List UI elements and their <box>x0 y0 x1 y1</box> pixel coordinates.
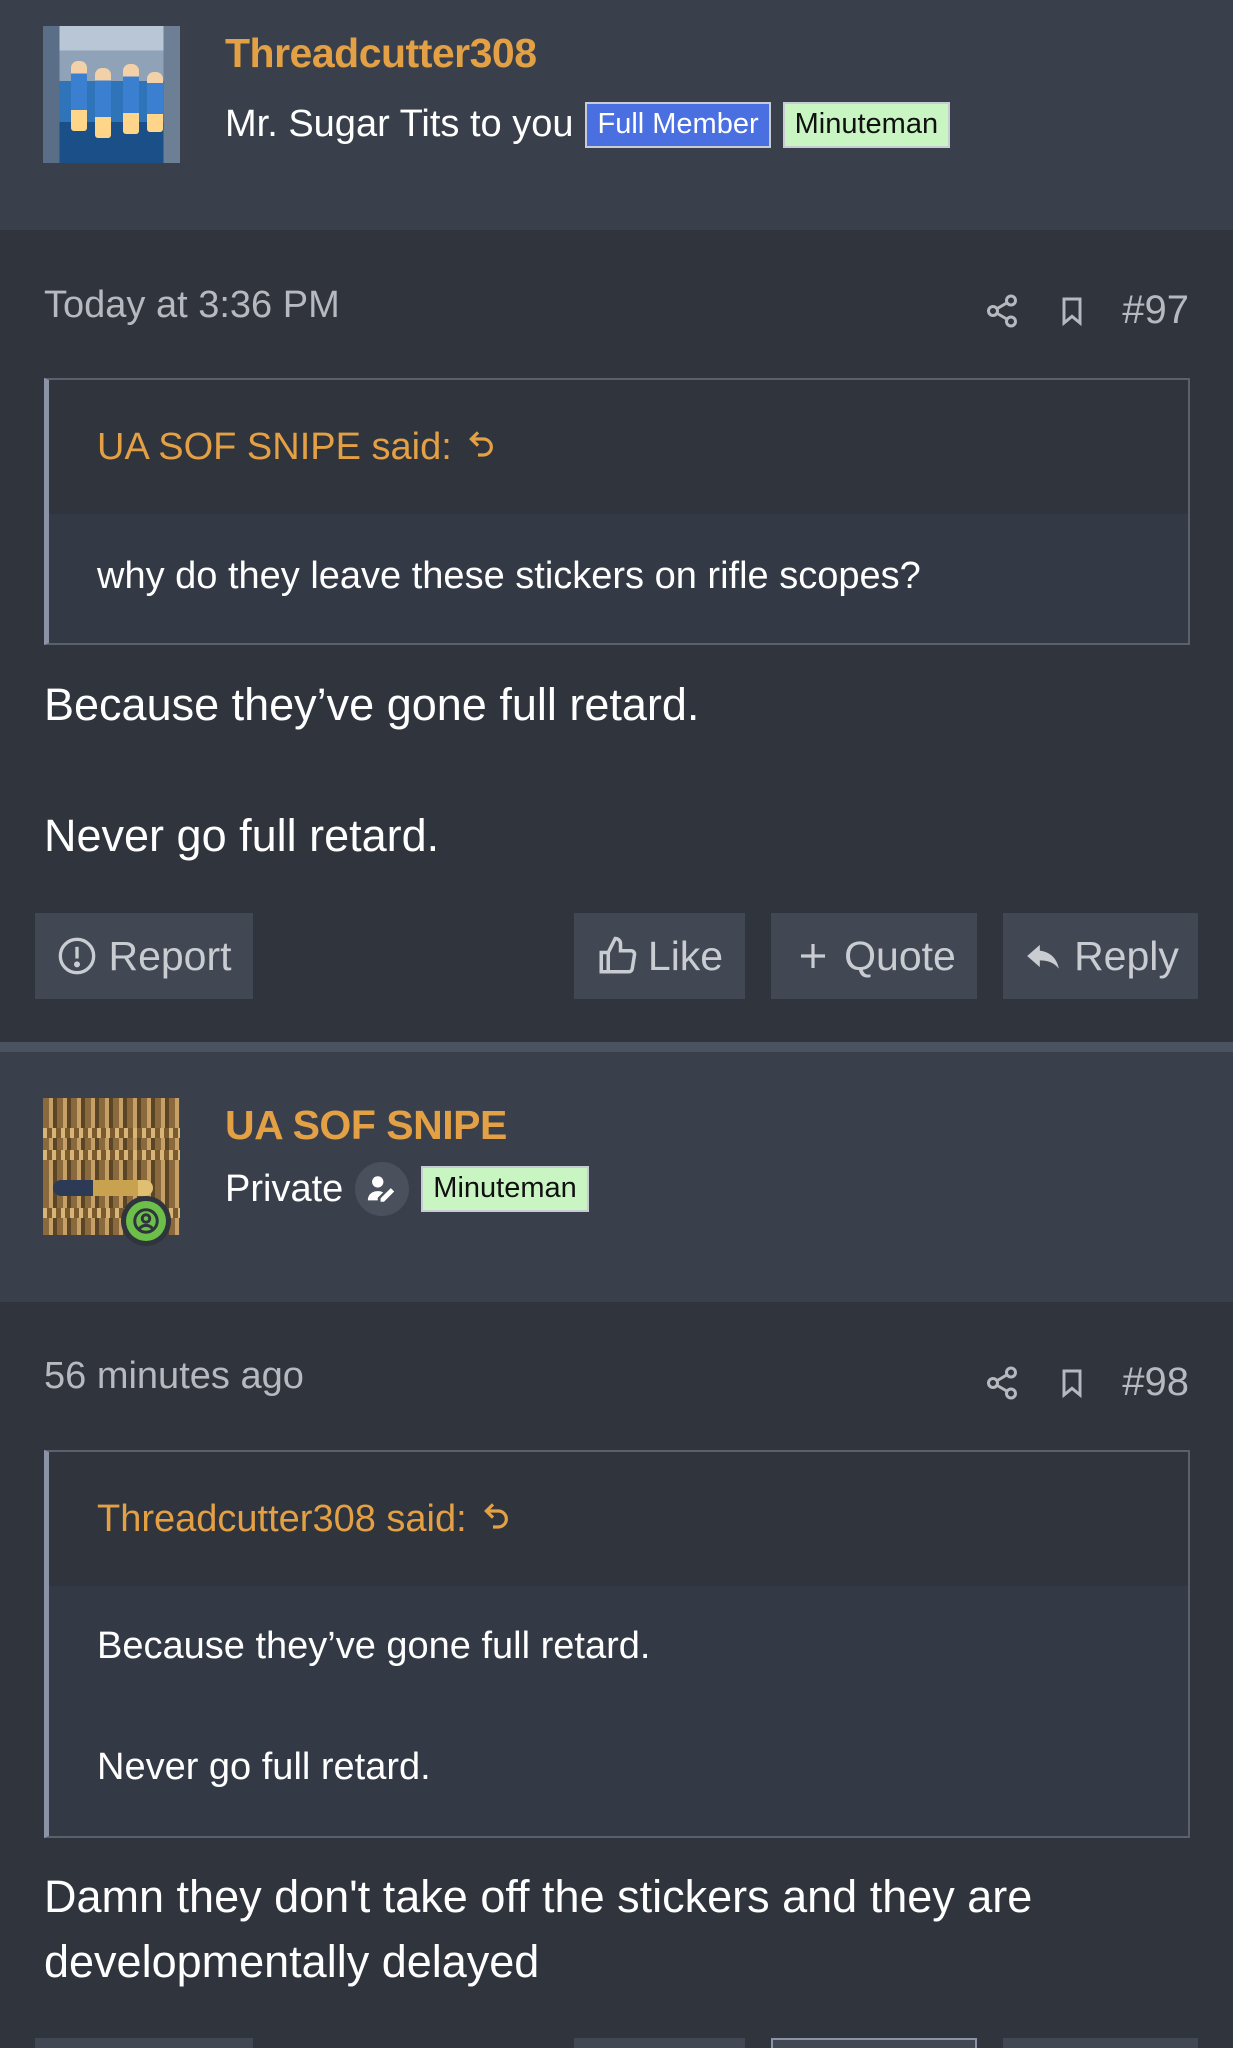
plus-icon <box>792 935 834 977</box>
reply-button[interactable]: Reply <box>1003 913 1198 999</box>
post-tools: #98 <box>982 1360 1189 1405</box>
reply-label: Reply <box>1074 932 1179 979</box>
like-label: Like <box>647 932 724 979</box>
post-number[interactable]: #98 <box>1122 1360 1189 1405</box>
quote-block: Threadcutter308 said: Because they’ve go… <box>44 1450 1190 1838</box>
bookmark-icon[interactable] <box>1052 291 1092 331</box>
quote-button[interactable] <box>771 2038 977 2048</box>
share-icon[interactable] <box>982 1363 1022 1403</box>
post-message: Because they’ve gone full retard. Never … <box>44 672 1194 869</box>
post-actions-partial <box>0 2038 1233 2048</box>
share-icon[interactable] <box>982 291 1022 331</box>
post-message: Damn they don't take off the stickers an… <box>44 1864 1194 1995</box>
jump-to-quote-icon[interactable] <box>466 426 498 469</box>
quote-line: why do they leave these stickers on rifl… <box>97 555 921 597</box>
badge-full-member: Full Member <box>585 102 771 148</box>
user-title-line: Mr. Sugar Tits to you Full Member Minute… <box>225 102 951 148</box>
post-98-user-header: UA SOF SNIPE Private Minuteman <box>0 1052 1233 1302</box>
bookmark-icon[interactable] <box>1052 1363 1092 1403</box>
online-status-icon <box>121 1196 171 1246</box>
reply-icon <box>1022 935 1064 977</box>
message-line: Because they’ve gone full retard. <box>44 679 700 730</box>
quote-attribution[interactable]: UA SOF SNIPE said: <box>49 380 1188 514</box>
user-title: Private <box>225 1167 344 1210</box>
post-timestamp[interactable]: Today at 3:36 PM <box>44 284 340 327</box>
post-number[interactable]: #97 <box>1122 288 1189 333</box>
username[interactable]: UA SOF SNIPE <box>225 1102 507 1149</box>
reply-button[interactable] <box>1003 2038 1198 2048</box>
post-tools: #97 <box>982 288 1189 333</box>
username[interactable]: Threadcutter308 <box>225 30 537 77</box>
like-button[interactable]: Like <box>574 913 745 999</box>
post-actions: Report Like Quote Reply <box>0 913 1233 999</box>
quote-attribution[interactable]: Threadcutter308 said: <box>49 1452 1188 1586</box>
user-title: Mr. Sugar Tits to you <box>225 103 574 146</box>
thread-page: Threadcutter308 Mr. Sugar Tits to you Fu… <box>0 0 1233 2048</box>
like-button[interactable] <box>574 2038 745 2048</box>
report-icon <box>56 935 98 977</box>
quote-line: Never go full retard. <box>97 1745 431 1788</box>
report-button[interactable] <box>35 2038 253 2048</box>
quote-author[interactable]: UA SOF SNIPE said: <box>97 426 452 469</box>
post-divider <box>0 1042 1233 1052</box>
message-line: Damn they don't take off the stickers an… <box>44 1871 1033 1988</box>
badge-minuteman: Minuteman <box>421 1166 589 1212</box>
jump-to-quote-icon[interactable] <box>481 1498 513 1541</box>
report-label: Report <box>108 932 232 979</box>
quote-label: Quote <box>844 932 956 979</box>
quote-block: UA SOF SNIPE said: why do they leave the… <box>44 378 1190 645</box>
user-edit-icon[interactable] <box>355 1162 410 1216</box>
quote-line: Because they’ve gone full retard. <box>97 1625 651 1667</box>
user-title-line: Private Minuteman <box>225 1162 589 1216</box>
badge-minuteman: Minuteman <box>782 102 951 148</box>
message-line: Never go full retard. <box>44 810 440 862</box>
quote-content: Because they’ve gone full retard. Never … <box>49 1586 1188 1790</box>
avatar[interactable] <box>43 26 180 163</box>
post-timestamp[interactable]: 56 minutes ago <box>44 1355 304 1398</box>
thumbs-up-icon <box>596 935 638 977</box>
report-button[interactable]: Report <box>35 913 253 999</box>
quote-button[interactable]: Quote <box>771 913 977 999</box>
quote-content: why do they leave these stickers on rifl… <box>49 514 1188 600</box>
post-97-user-header: Threadcutter308 Mr. Sugar Tits to you Fu… <box>0 0 1233 230</box>
quote-author[interactable]: Threadcutter308 said: <box>97 1498 467 1541</box>
